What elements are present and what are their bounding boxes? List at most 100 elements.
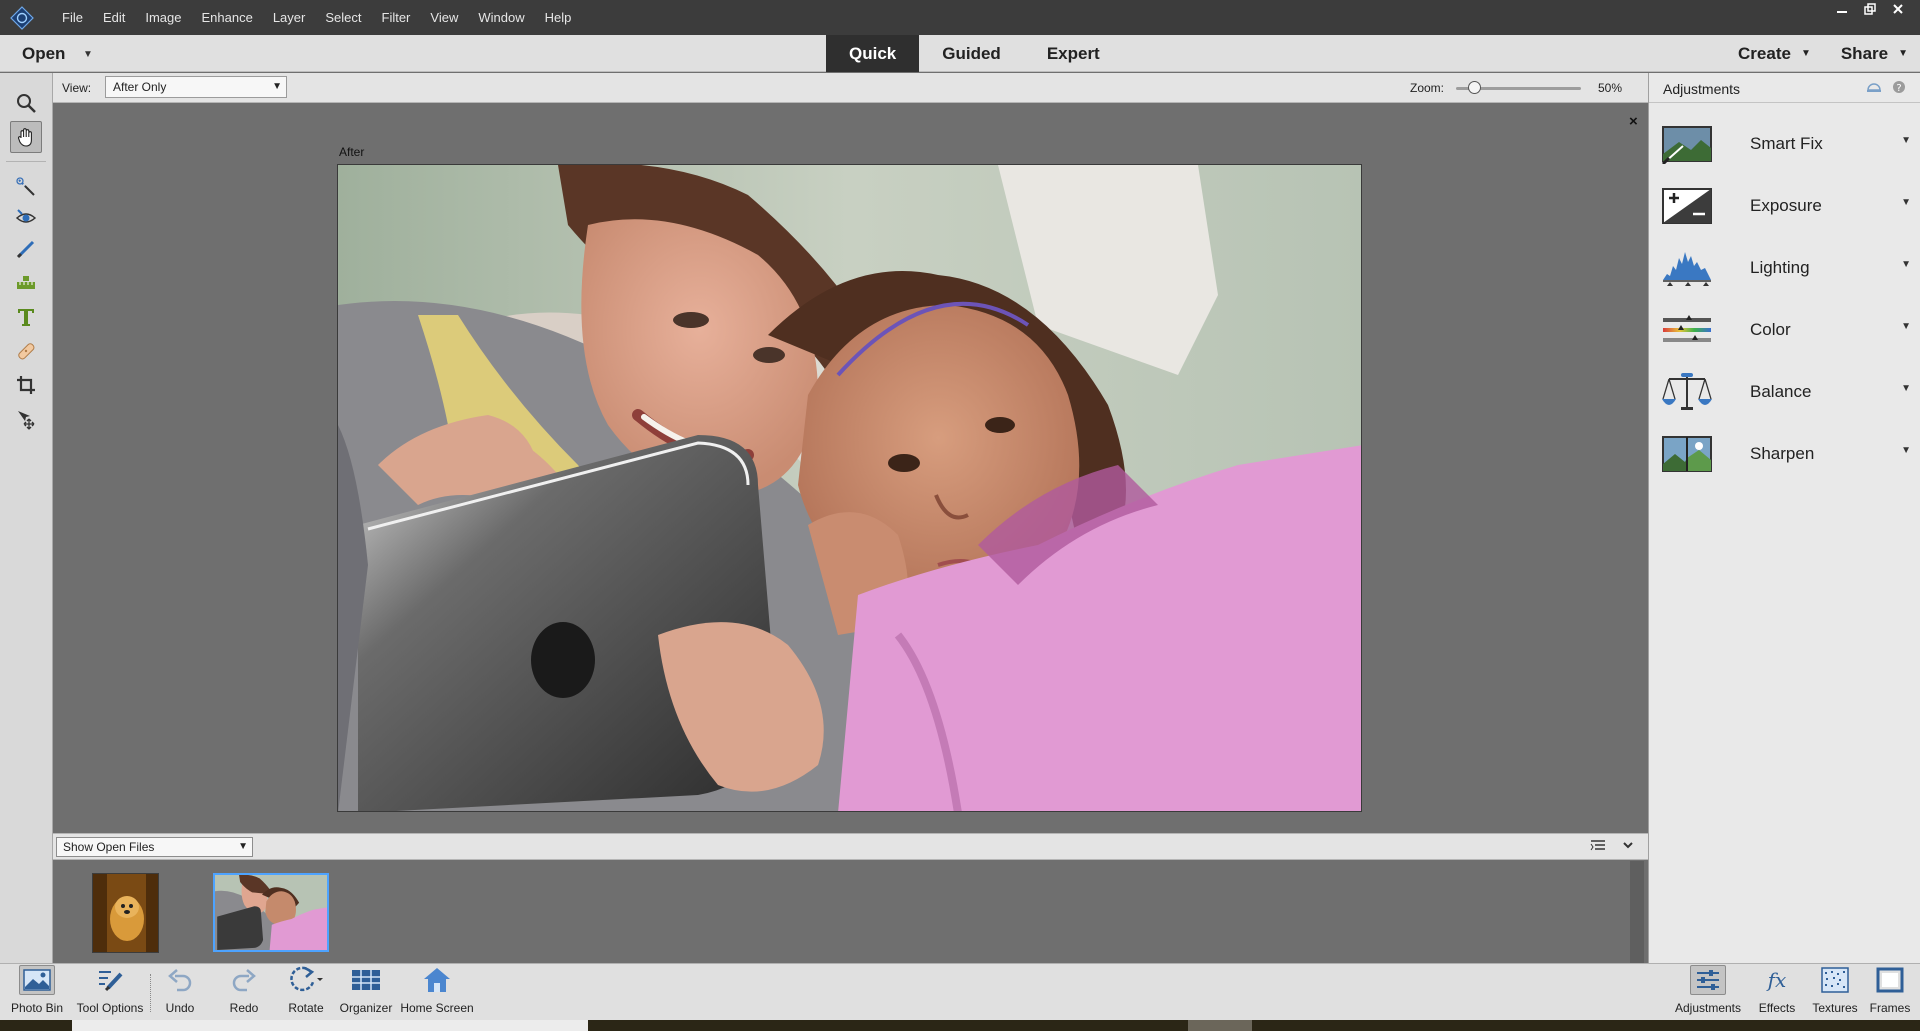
show-open-files-select[interactable]: Show Open Files ▼ bbox=[56, 837, 253, 857]
bin-menu-icon[interactable] bbox=[1590, 839, 1606, 854]
chevron-down-icon: ▼ bbox=[1901, 321, 1911, 332]
app-logo-icon[interactable] bbox=[8, 4, 36, 32]
smart-fix-icon bbox=[1661, 123, 1713, 165]
straighten-tool-icon[interactable] bbox=[10, 267, 42, 299]
share-menu[interactable]: Share ▼ bbox=[1841, 35, 1908, 72]
photo-bin bbox=[53, 861, 1648, 963]
adj-smart-fix[interactable]: Smart Fix ▼ bbox=[1649, 113, 1920, 175]
spot-healing-tool-icon[interactable] bbox=[10, 335, 42, 367]
photo-bin-label: Photo Bin bbox=[10, 1001, 64, 1015]
exposure-icon bbox=[1661, 185, 1713, 227]
menu-help[interactable]: Help bbox=[535, 0, 582, 35]
balance-icon bbox=[1661, 371, 1713, 413]
chevron-down-icon: ▼ bbox=[1901, 445, 1911, 456]
options-bar: View: After Only ▼ Zoom: 50% bbox=[53, 73, 1648, 103]
frames-panel-button[interactable]: Frames bbox=[1868, 964, 1912, 1021]
adj-color[interactable]: Color ▼ bbox=[1649, 299, 1920, 361]
tab-expert[interactable]: Expert bbox=[1024, 35, 1123, 72]
chevron-down-icon: ▼ bbox=[1901, 197, 1911, 208]
chevron-down-icon: ▼ bbox=[1898, 48, 1908, 59]
tool-options-button[interactable]: Tool Options bbox=[74, 964, 146, 1021]
type-tool-icon[interactable] bbox=[10, 301, 42, 333]
menu-file[interactable]: File bbox=[52, 0, 93, 35]
rotate-button[interactable]: Rotate bbox=[284, 964, 328, 1021]
os-taskbar bbox=[0, 1020, 1920, 1031]
panel-header: Adjustments ? bbox=[1649, 73, 1920, 103]
chevron-down-icon: ▼ bbox=[1800, 48, 1811, 59]
adj-balance[interactable]: Balance ▼ bbox=[1649, 361, 1920, 423]
document-photo[interactable] bbox=[337, 164, 1362, 812]
tool-options-icon bbox=[92, 965, 128, 995]
textures-panel-button[interactable]: Textures bbox=[1810, 964, 1860, 1021]
crop-tool-icon[interactable] bbox=[10, 369, 42, 401]
tab-guided[interactable]: Guided bbox=[919, 35, 1024, 72]
dropdown-arrow-icon: ▼ bbox=[272, 81, 282, 92]
red-eye-tool-icon[interactable] bbox=[10, 201, 42, 233]
menu-filter[interactable]: Filter bbox=[372, 0, 421, 35]
menu-edit[interactable]: Edit bbox=[93, 0, 135, 35]
image-canvas: After × bbox=[53, 103, 1648, 833]
menu-view[interactable]: View bbox=[420, 0, 468, 35]
tool-options-label: Tool Options bbox=[76, 1001, 144, 1015]
frames-label: Frames bbox=[1869, 1001, 1911, 1015]
menu-layer[interactable]: Layer bbox=[263, 0, 316, 35]
adj-lighting[interactable]: Lighting ▼ bbox=[1649, 237, 1920, 299]
reset-panel-icon[interactable] bbox=[1866, 80, 1882, 97]
home-screen-button[interactable]: Home Screen bbox=[398, 964, 476, 1021]
menu-window[interactable]: Window bbox=[468, 0, 534, 35]
redo-icon bbox=[226, 965, 262, 995]
open-dropdown-icon[interactable]: ▼ bbox=[83, 49, 93, 60]
hand-tool-icon[interactable] bbox=[10, 121, 42, 153]
open-button[interactable]: Open bbox=[22, 35, 65, 72]
effects-panel-button[interactable]: fx Effects bbox=[1756, 964, 1798, 1021]
collapse-bin-icon[interactable] bbox=[1622, 839, 1634, 854]
zoom-slider-thumb[interactable] bbox=[1468, 81, 1482, 94]
share-label: Share bbox=[1840, 43, 1889, 63]
zoom-value: 50% bbox=[1598, 81, 1623, 95]
help-icon[interactable]: ? bbox=[1892, 80, 1906, 97]
lighting-icon bbox=[1661, 247, 1713, 289]
color-icon bbox=[1661, 309, 1713, 351]
organizer-icon bbox=[348, 965, 384, 995]
adj-label-color: Color bbox=[1750, 320, 1791, 339]
adj-exposure[interactable]: Exposure ▼ bbox=[1649, 175, 1920, 237]
close-document-icon[interactable]: × bbox=[1629, 113, 1638, 130]
view-select[interactable]: After Only ▼ bbox=[105, 76, 287, 98]
minimize-icon[interactable] bbox=[1828, 0, 1856, 18]
zoom-tool-icon[interactable] bbox=[10, 87, 42, 119]
create-menu[interactable]: Create ▼ bbox=[1738, 35, 1811, 72]
view-select-value: After Only bbox=[113, 80, 167, 94]
whiten-teeth-tool-icon[interactable] bbox=[10, 233, 42, 265]
chevron-down-icon: ▼ bbox=[1901, 135, 1911, 146]
mode-tabs: Quick Guided Expert bbox=[826, 35, 1123, 72]
close-window-icon[interactable] bbox=[1884, 0, 1912, 18]
rotate-icon bbox=[288, 965, 324, 995]
show-open-files-value: Show Open Files bbox=[63, 840, 155, 854]
adjustments-panel-button[interactable]: Adjustments bbox=[1672, 964, 1744, 1021]
adj-label-balance: Balance bbox=[1750, 382, 1812, 401]
menu-enhance[interactable]: Enhance bbox=[192, 0, 263, 35]
thumbnail-family[interactable] bbox=[213, 873, 329, 952]
quick-selection-tool-icon[interactable] bbox=[10, 171, 42, 203]
menu-image[interactable]: Image bbox=[135, 0, 191, 35]
adj-sharpen[interactable]: Sharpen ▼ bbox=[1649, 423, 1920, 485]
photo-bin-icon bbox=[19, 965, 55, 995]
organizer-button[interactable]: Organizer bbox=[338, 964, 394, 1021]
adj-label-smart-fix: Smart Fix bbox=[1750, 134, 1823, 153]
home-screen-label: Home Screen bbox=[400, 1001, 474, 1015]
tab-quick[interactable]: Quick bbox=[826, 35, 920, 72]
redo-button[interactable]: Redo bbox=[224, 964, 264, 1021]
effects-label: Effects bbox=[1758, 1001, 1796, 1015]
bin-scrollbar[interactable] bbox=[1630, 861, 1644, 963]
chevron-down-icon: ▼ bbox=[1901, 259, 1911, 270]
restore-icon[interactable] bbox=[1856, 0, 1884, 18]
tool-palette bbox=[0, 73, 53, 963]
undo-button[interactable]: Undo bbox=[160, 964, 200, 1021]
thumbnail-dog[interactable] bbox=[92, 873, 159, 953]
move-tool-icon[interactable] bbox=[10, 403, 42, 435]
create-label: Create bbox=[1738, 43, 1791, 63]
photo-bin-header: Show Open Files ▼ bbox=[53, 833, 1648, 860]
menu-select[interactable]: Select bbox=[315, 0, 371, 35]
photo-bin-button[interactable]: Photo Bin bbox=[10, 964, 64, 1021]
undo-icon bbox=[162, 965, 198, 995]
